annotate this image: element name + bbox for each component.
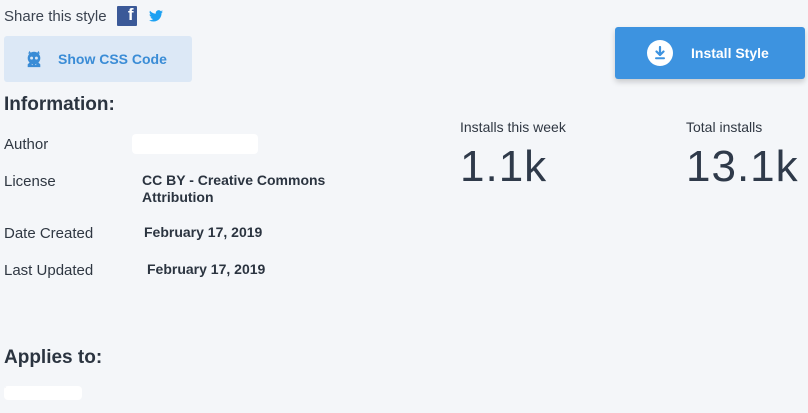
style-details-page: Share this style f Show CSS Code Install… bbox=[0, 0, 808, 413]
author-redaction bbox=[132, 134, 258, 154]
facebook-icon[interactable]: f bbox=[116, 5, 137, 26]
license-value-line2[interactable]: Attribution bbox=[142, 189, 214, 206]
show-css-code-label: Show CSS Code bbox=[58, 51, 167, 67]
installs-week-value: 1.1k bbox=[460, 142, 548, 191]
install-style-button[interactable]: Install Style bbox=[615, 27, 805, 79]
applies-to-title: Applies to: bbox=[4, 347, 103, 368]
download-icon bbox=[647, 40, 673, 66]
total-installs-label: Total installs bbox=[686, 119, 763, 135]
share-label: Share this style bbox=[4, 7, 107, 25]
share-row: Share this style f bbox=[4, 5, 165, 26]
last-updated-value: February 17, 2019 bbox=[147, 261, 266, 277]
installs-week-label: Installs this week bbox=[460, 119, 566, 135]
twitter-icon[interactable] bbox=[147, 7, 165, 25]
install-style-label: Install Style bbox=[691, 45, 769, 61]
date-created-value: February 17, 2019 bbox=[144, 224, 263, 240]
show-css-code-button[interactable]: Show CSS Code bbox=[4, 36, 192, 82]
total-installs-value: 13.1k bbox=[686, 142, 799, 191]
license-value-line1[interactable]: CC BY - Creative Commons bbox=[142, 172, 325, 189]
octocat-icon bbox=[24, 49, 44, 69]
license-label: License bbox=[4, 173, 56, 190]
information-title: Information: bbox=[4, 94, 115, 115]
date-created-label: Date Created bbox=[4, 225, 94, 242]
applies-to-redaction bbox=[4, 386, 82, 400]
author-label: Author bbox=[4, 136, 49, 153]
last-updated-label: Last Updated bbox=[4, 262, 94, 279]
